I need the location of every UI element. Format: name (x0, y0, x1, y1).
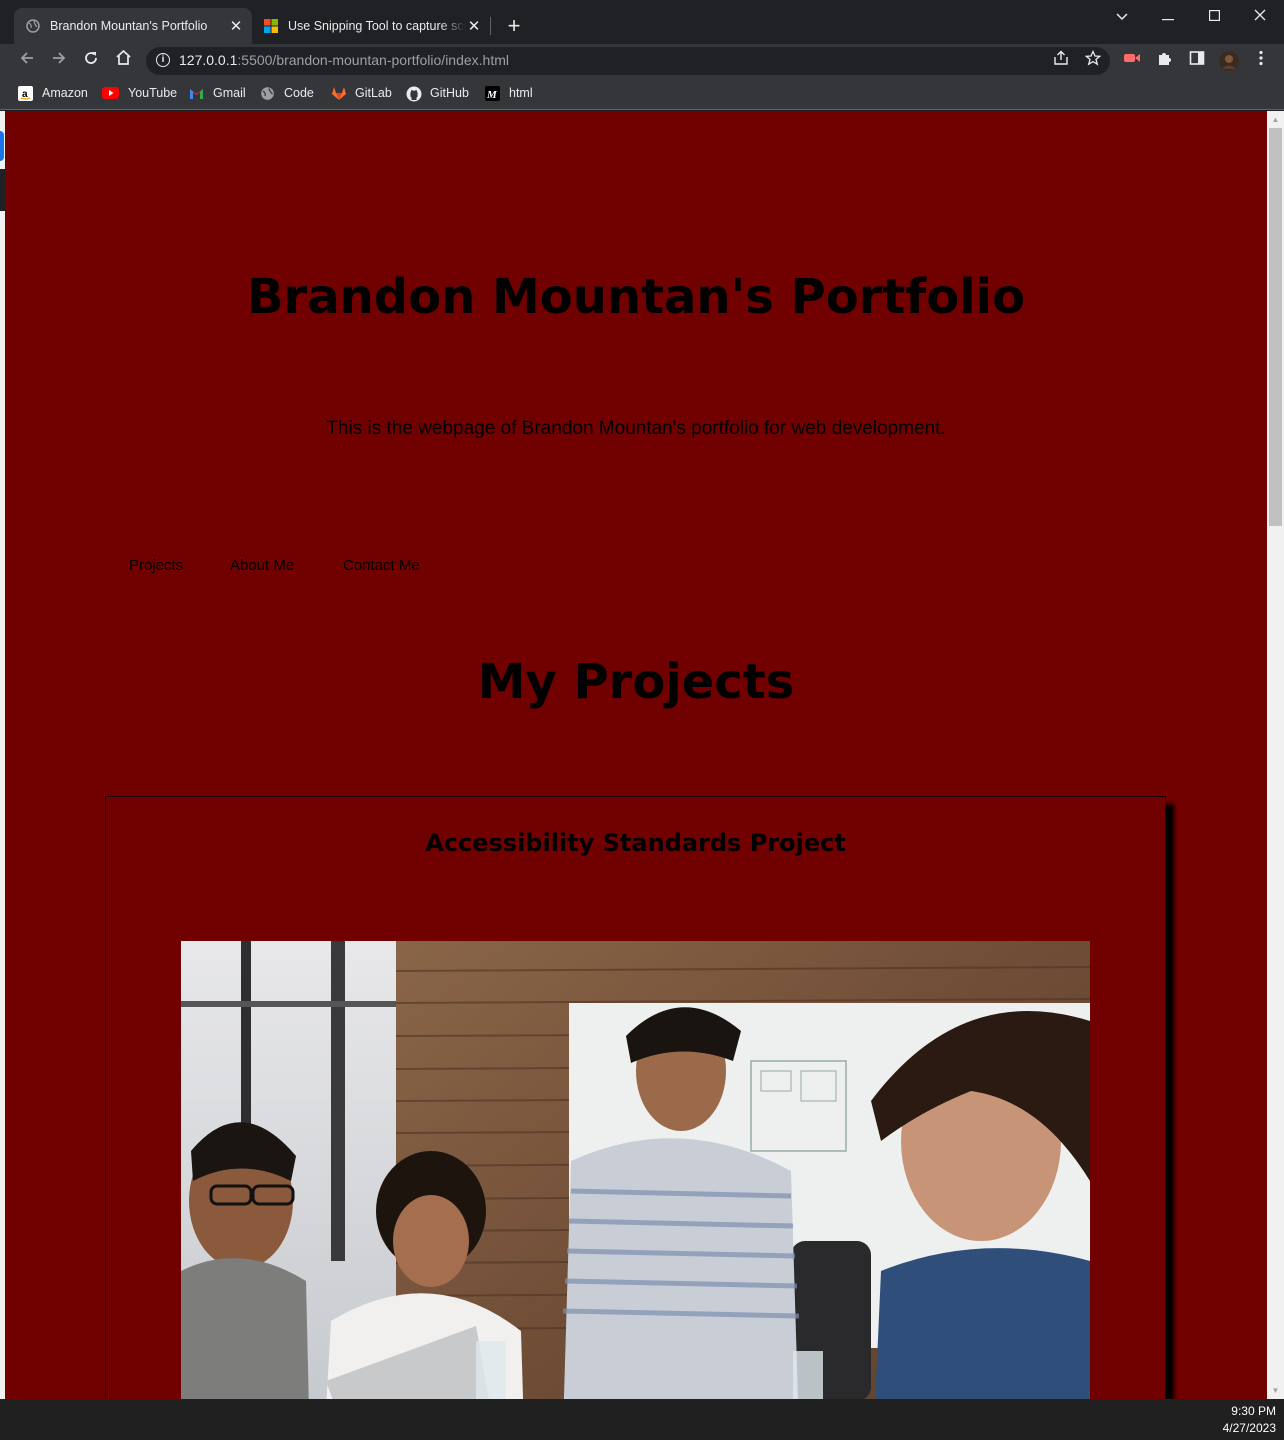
project-image[interactable] (181, 941, 1090, 1399)
extensions-puzzle-icon[interactable] (1154, 50, 1176, 72)
bookmark-label: Amazon (42, 86, 88, 100)
amazon-icon: a (18, 85, 33, 101)
page-title: Brandon Mountan's Portfolio (246, 269, 1026, 325)
medium-icon: M (485, 85, 500, 101)
projects-heading: My Projects (477, 654, 795, 710)
url-text[interactable]: 127.0.0.1:5500/brandon-mountan-portfolio… (179, 52, 509, 68)
close-tab-icon[interactable]: ✕ (228, 17, 244, 35)
tab-portfolio[interactable]: Brandon Mountan's Portfolio ✕ (14, 8, 252, 44)
bookmark-label: GitHub (430, 86, 469, 100)
project-card: Accessibility Standards Project (105, 796, 1166, 1399)
bookmark-html[interactable]: M html (485, 84, 533, 102)
reload-button[interactable] (78, 48, 104, 74)
project-title: Accessibility Standards Project (425, 829, 846, 857)
url-host: 127.0.0.1 (179, 52, 238, 68)
close-window-button[interactable] (1245, 4, 1275, 28)
bookmark-code[interactable]: Code (260, 84, 314, 102)
close-tab-icon[interactable]: ✕ (466, 17, 482, 35)
page-viewport: Brandon Mountan's Portfolio This is the … (5, 111, 1267, 1399)
nav-link-about-me[interactable]: About Me (230, 557, 294, 574)
clock-date: 4/27/2023 (1222, 1421, 1276, 1435)
tab-title: Brandon Mountan's Portfolio (50, 19, 208, 33)
svg-text:M: M (486, 89, 498, 101)
nav-link-contact-me[interactable]: Contact Me (343, 557, 420, 574)
extension-record-icon[interactable] (1121, 50, 1143, 72)
tab-title: Use Snipping Tool to capture scr (288, 19, 466, 33)
site-info-icon[interactable]: i (156, 53, 170, 67)
bookmark-label: html (509, 86, 533, 100)
new-tab-button[interactable]: + (502, 12, 526, 40)
nav-link-projects[interactable]: Projects (129, 557, 183, 574)
bookmark-github[interactable]: GitHub (406, 84, 469, 102)
bookmark-label: GitLab (355, 86, 392, 100)
scroll-down-arrow-icon[interactable]: ▼ (1267, 1382, 1284, 1399)
bookmark-gitlab[interactable]: GitLab (331, 84, 392, 102)
clock-time: 9:30 PM (1231, 1404, 1276, 1418)
os-taskbar (0, 1399, 1284, 1440)
home-button[interactable] (110, 48, 136, 74)
browser-menu-icon[interactable] (1250, 50, 1272, 72)
maximize-button[interactable] (1199, 4, 1229, 28)
gitlab-icon (331, 86, 346, 101)
tab-search-icon[interactable] (1107, 4, 1137, 28)
bookmark-label: YouTube (128, 86, 178, 100)
minimize-button[interactable] (1153, 4, 1183, 28)
youtube-icon (102, 87, 119, 99)
tab-separator (490, 17, 491, 35)
back-button[interactable] (14, 48, 40, 74)
scrollbar-thumb[interactable] (1269, 128, 1282, 526)
microsoft-logo-icon (264, 19, 278, 33)
page-tagline: This is the webpage of Brandon Mountan's… (326, 418, 946, 439)
bookmark-label: Code (284, 86, 314, 100)
globe-icon (26, 19, 40, 33)
scroll-up-arrow-icon[interactable]: ▲ (1267, 111, 1284, 128)
bookmark-gmail[interactable]: Gmail (189, 84, 246, 102)
bookmark-amazon[interactable]: a Amazon (18, 84, 88, 102)
github-icon (406, 86, 422, 101)
side-panel-icon[interactable] (1186, 50, 1208, 72)
bookmark-star-icon[interactable] (1082, 49, 1104, 72)
tab-snipping-tool[interactable]: Use Snipping Tool to capture scr ✕ (252, 8, 490, 44)
globe-icon (260, 86, 275, 101)
bookmark-youtube[interactable]: YouTube (102, 84, 177, 102)
bookmark-label: Gmail (213, 86, 246, 100)
share-icon[interactable] (1050, 50, 1072, 72)
forward-button[interactable] (46, 48, 72, 74)
url-path: :5500/brandon-mountan-portfolio/index.ht… (237, 52, 510, 68)
taskbar-clock[interactable]: 9:30 PM 4/27/2023 (1223, 1403, 1276, 1437)
profile-avatar[interactable] (1218, 50, 1240, 72)
gmail-icon (189, 86, 204, 101)
